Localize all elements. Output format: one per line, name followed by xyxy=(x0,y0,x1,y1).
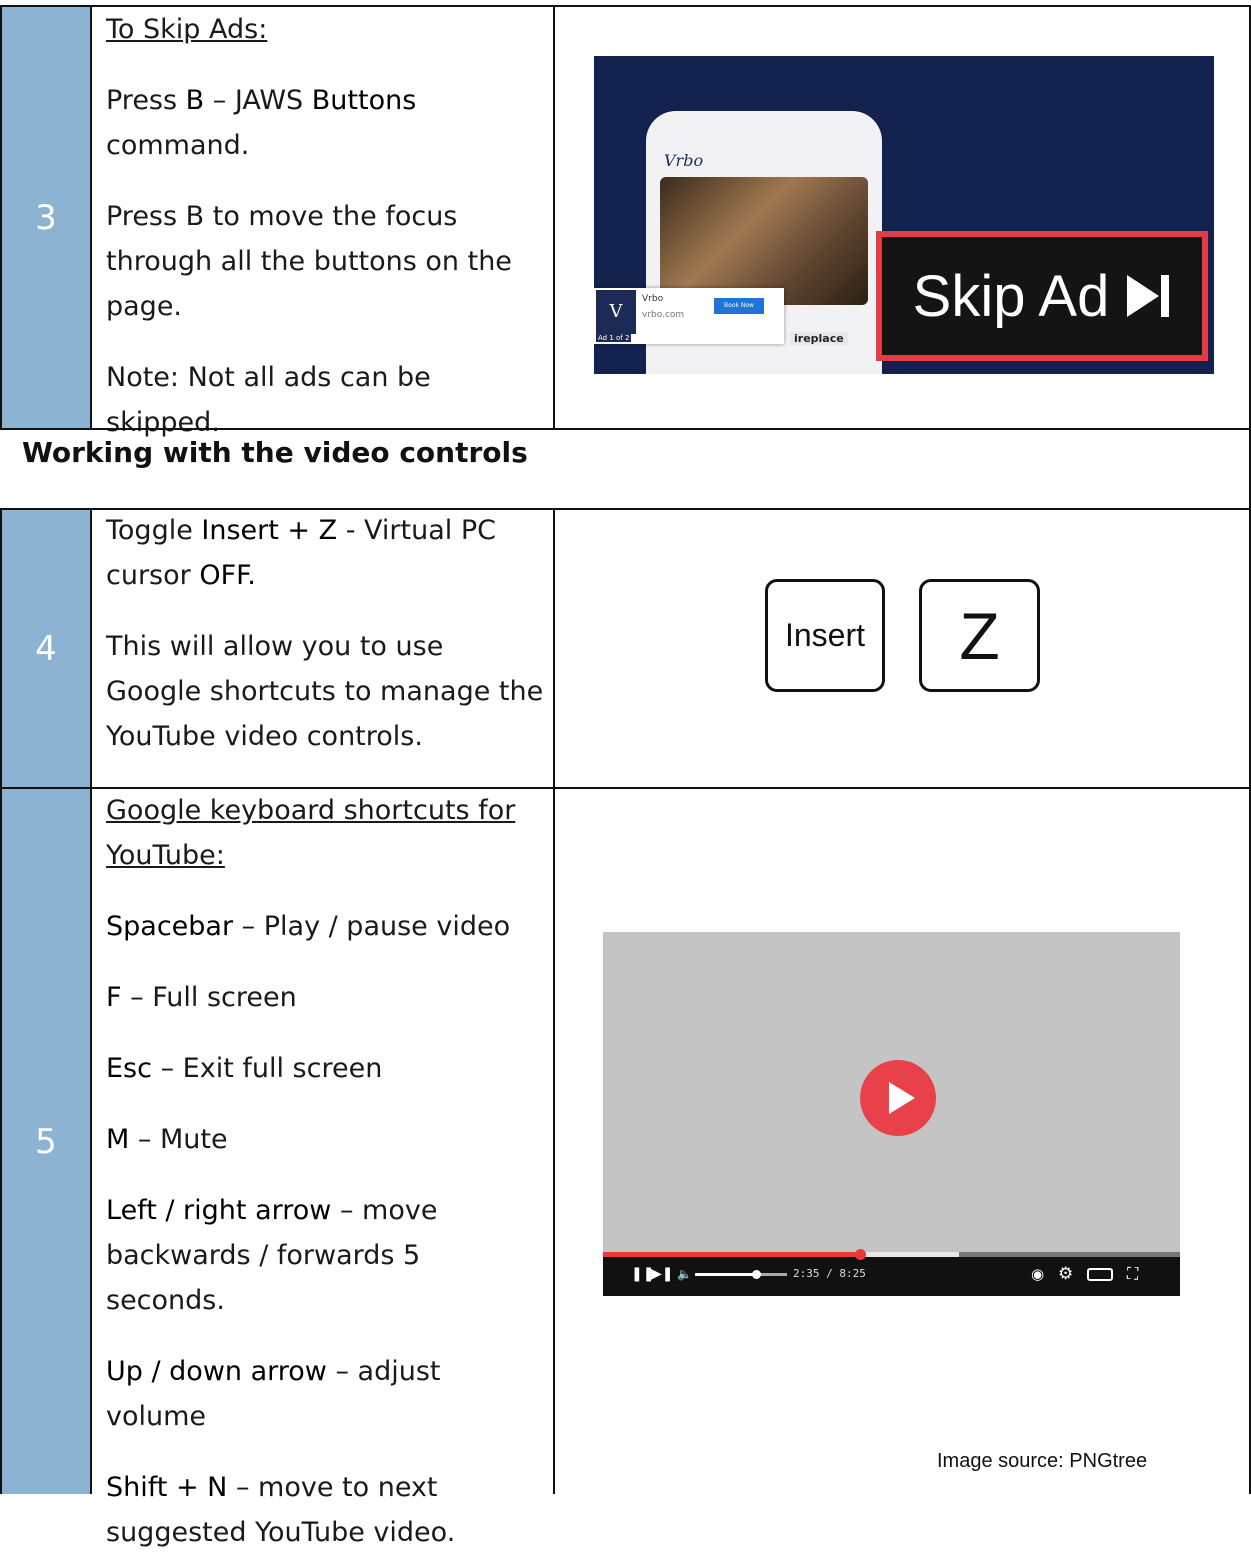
volume-fill xyxy=(695,1273,756,1276)
key-b: B xyxy=(185,85,205,116)
image-credit: Image source: PNGtree xyxy=(937,1450,1148,1472)
step-3-text: To Skip Ads: Press B – JAWS Buttons comm… xyxy=(106,7,546,445)
video-time: 2:35 / 8:25 xyxy=(793,1267,866,1280)
ad-count-tag: Ad 1 of 2 xyxy=(596,334,632,342)
shortcut-m: M – Mute xyxy=(106,1124,228,1155)
ad-photo xyxy=(660,177,868,305)
step-4-para-1: Toggle Insert + Z - Virtual PC cursor OF… xyxy=(106,515,496,591)
ad-card-url: vrbo.com xyxy=(642,310,685,320)
ad-card-name: Vrbo xyxy=(642,294,664,304)
ad-card: V Vrbo vrbo.com Book Now Ad 1 of 2 xyxy=(594,288,784,344)
step-4-text: Toggle Insert + Z - Virtual PC cursor OF… xyxy=(106,508,546,759)
skip-ad-image: Vrbo V Vrbo vrbo.com Book Now Ad 1 of 2 … xyxy=(594,56,1214,374)
step-5-heading: Google keyboard shortcuts for YouTube: xyxy=(106,795,516,871)
ad-book-button: Book Now xyxy=(714,298,764,314)
step-3-para-1: Press B – JAWS Buttons command. xyxy=(106,85,417,161)
video-player-image: ❚❚ ▶❚ 🔈 2:35 / 8:25 ◉ ⚙ ⛶ xyxy=(603,932,1180,1296)
table-border-mid-2 xyxy=(553,508,555,1494)
shortcut-shift-n: Shift + N – move to next suggested YouTu… xyxy=(106,1472,456,1548)
table-border-left-2 xyxy=(0,508,2,1494)
fullscreen-icon: ⛶ xyxy=(1127,1264,1139,1283)
step-number-3: 3 xyxy=(2,7,90,428)
step-number-4: 4 xyxy=(2,510,90,787)
table-border-left xyxy=(0,5,2,428)
keys-insert-z: Insert + Z xyxy=(201,515,338,546)
insert-key: Insert xyxy=(765,579,885,692)
ad-brand: Vrbo xyxy=(664,151,704,170)
step-4-para-2: This will allow you to use Google shortc… xyxy=(106,631,544,752)
skip-next-icon xyxy=(1127,275,1170,317)
section-title: Working with the video controls xyxy=(22,436,528,469)
volume-knob xyxy=(752,1270,761,1279)
shortcut-left-right: Left / right arrow – move backwards / fo… xyxy=(106,1195,438,1316)
command-buttons: Buttons xyxy=(311,85,417,116)
shortcut-up-down: Up / down arrow – adjust volume xyxy=(106,1356,441,1432)
progress-knob xyxy=(855,1249,866,1260)
skip-ad-label: Skip Ad xyxy=(912,263,1110,329)
ad-fireplace-text: ireplace xyxy=(790,332,848,345)
table-border-mid xyxy=(553,5,555,428)
ad-logo: V xyxy=(596,290,636,334)
step-3-para-2: Press B to move the focus through all th… xyxy=(106,201,512,322)
instruction-table: 3 To Skip Ads: Press B – JAWS Buttons co… xyxy=(0,0,1251,1548)
shortcut-f: F – Full screen xyxy=(106,982,297,1013)
step-3-heading: To Skip Ads: xyxy=(106,14,268,45)
next-icon: ▶❚ xyxy=(651,1266,674,1282)
shortcut-esc: Esc – Exit full screen xyxy=(106,1053,383,1084)
captions-icon: ◉ xyxy=(1031,1265,1045,1283)
skip-ad-button: Skip Ad xyxy=(876,231,1208,361)
z-key: Z xyxy=(919,579,1040,692)
table-border-num xyxy=(90,5,92,428)
step-5-text: Google keyboard shortcuts for YouTube: S… xyxy=(106,788,546,1555)
step-number-5: 5 xyxy=(2,789,90,1494)
progress-played xyxy=(603,1252,860,1257)
theater-icon xyxy=(1087,1268,1113,1281)
state-off: OFF. xyxy=(199,560,256,591)
play-icon xyxy=(860,1060,936,1136)
settings-icon: ⚙ xyxy=(1058,1264,1074,1284)
shortcut-spacebar: Spacebar – Play / pause video xyxy=(106,911,511,942)
volume-icon: 🔈 xyxy=(677,1267,692,1281)
table-border-num-2 xyxy=(90,508,92,1494)
